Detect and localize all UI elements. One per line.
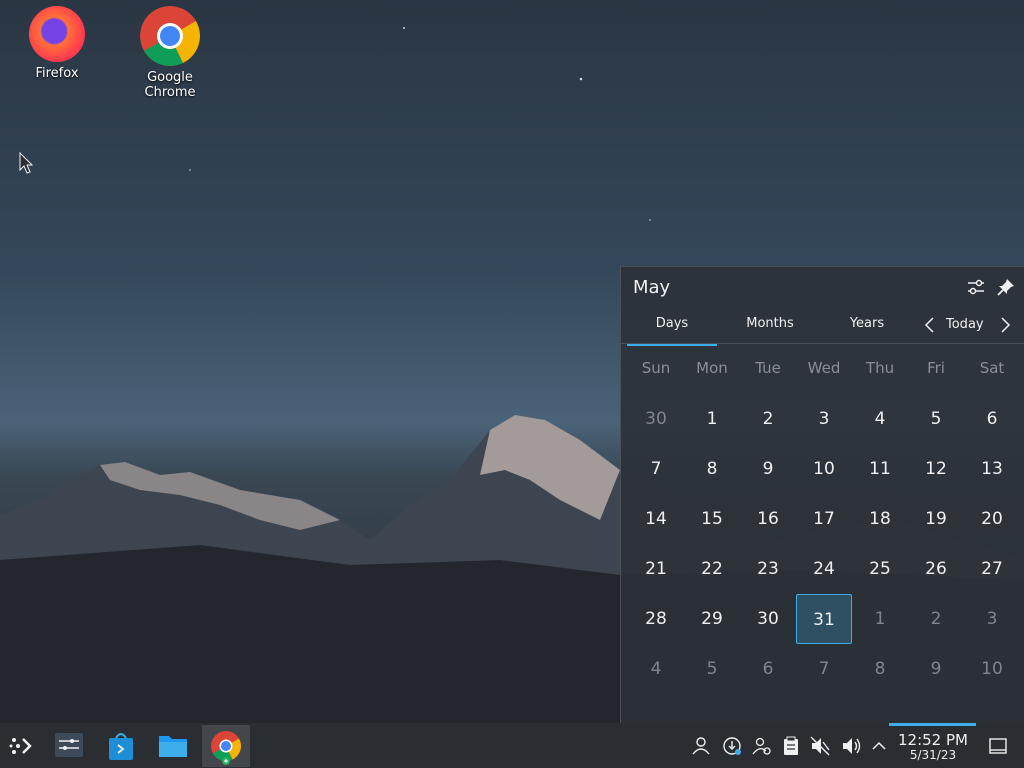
- weekday-label: Sun: [641, 359, 671, 377]
- pager-icon[interactable]: [48, 725, 90, 767]
- calendar-day[interactable]: 19: [908, 494, 964, 544]
- application-launcher-icon[interactable]: [0, 725, 42, 767]
- desktop-icon-chrome[interactable]: Google Chrome: [120, 6, 220, 100]
- calendar-day[interactable]: 28: [628, 594, 684, 644]
- calendar-day[interactable]: 13: [964, 444, 1020, 494]
- weekday-label: Tue: [755, 359, 781, 377]
- chrome-icon: [211, 731, 241, 765]
- calendar-day[interactable]: 26: [908, 544, 964, 594]
- calendar-day[interactable]: 12: [908, 444, 964, 494]
- calendar-day[interactable]: 5: [908, 394, 964, 444]
- taskbar-chrome-button[interactable]: [202, 725, 250, 767]
- calendar-day[interactable]: 15: [684, 494, 740, 544]
- calendar-day[interactable]: 30: [628, 394, 684, 444]
- calendar-day[interactable]: 7: [628, 444, 684, 494]
- calendar-day[interactable]: 1: [852, 594, 908, 644]
- calendar-day[interactable]: 6: [740, 644, 796, 694]
- calendar-day[interactable]: 5: [684, 644, 740, 694]
- chrome-icon: [140, 6, 200, 66]
- tab-years[interactable]: Years: [822, 309, 912, 343]
- calendar-day[interactable]: 29: [684, 594, 740, 644]
- calendar-day[interactable]: 9: [908, 644, 964, 694]
- desktop-icon-label: Firefox: [35, 66, 79, 81]
- calendar-day[interactable]: 1: [684, 394, 740, 444]
- tab-days[interactable]: Days: [627, 309, 717, 346]
- calendar-day[interactable]: 9: [740, 444, 796, 494]
- calendar-day[interactable]: 11: [852, 444, 908, 494]
- tab-months[interactable]: Months: [725, 309, 815, 343]
- calendar-day[interactable]: 25: [852, 544, 908, 594]
- configure-icon[interactable]: [966, 277, 986, 297]
- calendar-day[interactable]: 27: [964, 544, 1020, 594]
- calendar-day[interactable]: 10: [796, 444, 852, 494]
- desktop: Firefox Google Chrome May Days Months Ye…: [0, 0, 1024, 768]
- calendar-day[interactable]: 21: [628, 544, 684, 594]
- calendar-day[interactable]: 2: [908, 594, 964, 644]
- calendar-day[interactable]: 22: [684, 544, 740, 594]
- calendar-day-selected[interactable]: 31: [796, 594, 852, 644]
- mouse-cursor-icon: [19, 152, 33, 174]
- firefox-icon: [29, 6, 85, 62]
- next-month-button[interactable]: [997, 315, 1013, 335]
- calendar-day[interactable]: 10: [964, 644, 1020, 694]
- update-icon[interactable]: [721, 735, 743, 757]
- show-desktop-icon[interactable]: [987, 735, 1009, 757]
- user-icon[interactable]: [690, 735, 712, 757]
- calendar-day[interactable]: 4: [852, 394, 908, 444]
- calendar-popup: May Days Months Years Today Sun Mon Tue Wed…: [620, 266, 1024, 724]
- file-manager-icon[interactable]: [152, 725, 194, 767]
- previous-month-button[interactable]: [922, 315, 938, 335]
- weekday-label: Sat: [979, 359, 1005, 377]
- calendar-day[interactable]: 4: [628, 644, 684, 694]
- clock-time: 12:52 PM: [898, 731, 968, 749]
- calendar-day[interactable]: 17: [796, 494, 852, 544]
- calendar-day[interactable]: 6: [964, 394, 1020, 444]
- pin-icon[interactable]: [996, 277, 1016, 297]
- calendar-day[interactable]: 30: [740, 594, 796, 644]
- weekday-label: Fri: [927, 359, 945, 377]
- calendar-day[interactable]: 7: [796, 644, 852, 694]
- volume-icon[interactable]: [840, 735, 862, 757]
- calendar-day[interactable]: 23: [740, 544, 796, 594]
- today-button[interactable]: Today: [946, 317, 984, 332]
- desktop-icon-label: Google Chrome: [144, 70, 196, 100]
- calendar-month-title: May: [633, 277, 671, 298]
- weekday-label: Thu: [865, 359, 895, 377]
- calendar-day[interactable]: 16: [740, 494, 796, 544]
- desktop-icon-firefox[interactable]: Firefox: [7, 6, 107, 81]
- calendar-day[interactable]: 24: [796, 544, 852, 594]
- calendar-day[interactable]: 8: [684, 444, 740, 494]
- calendar-day[interactable]: 8: [852, 644, 908, 694]
- calendar-day[interactable]: 3: [796, 394, 852, 444]
- calendar-day[interactable]: 14: [628, 494, 684, 544]
- calendar-day[interactable]: 3: [964, 594, 1020, 644]
- weekday-label: Wed: [807, 359, 841, 377]
- divider: [621, 343, 1024, 344]
- weekday-label: Mon: [696, 359, 728, 377]
- digital-clock[interactable]: 12:52 PM 5/31/23: [895, 732, 971, 762]
- user-switch-icon[interactable]: [751, 735, 773, 757]
- calendar-day[interactable]: 20: [964, 494, 1020, 544]
- calendar-day[interactable]: 2: [740, 394, 796, 444]
- clock-date: 5/31/23: [909, 748, 957, 762]
- clock-active-indicator: [889, 723, 976, 726]
- muted-speaker-icon[interactable]: [809, 735, 831, 757]
- expand-arrow-icon[interactable]: [868, 735, 890, 757]
- discover-store-icon[interactable]: [100, 725, 142, 767]
- clipboard-icon[interactable]: [780, 735, 802, 757]
- taskbar: [0, 723, 1024, 768]
- calendar-day[interactable]: 18: [852, 494, 908, 544]
